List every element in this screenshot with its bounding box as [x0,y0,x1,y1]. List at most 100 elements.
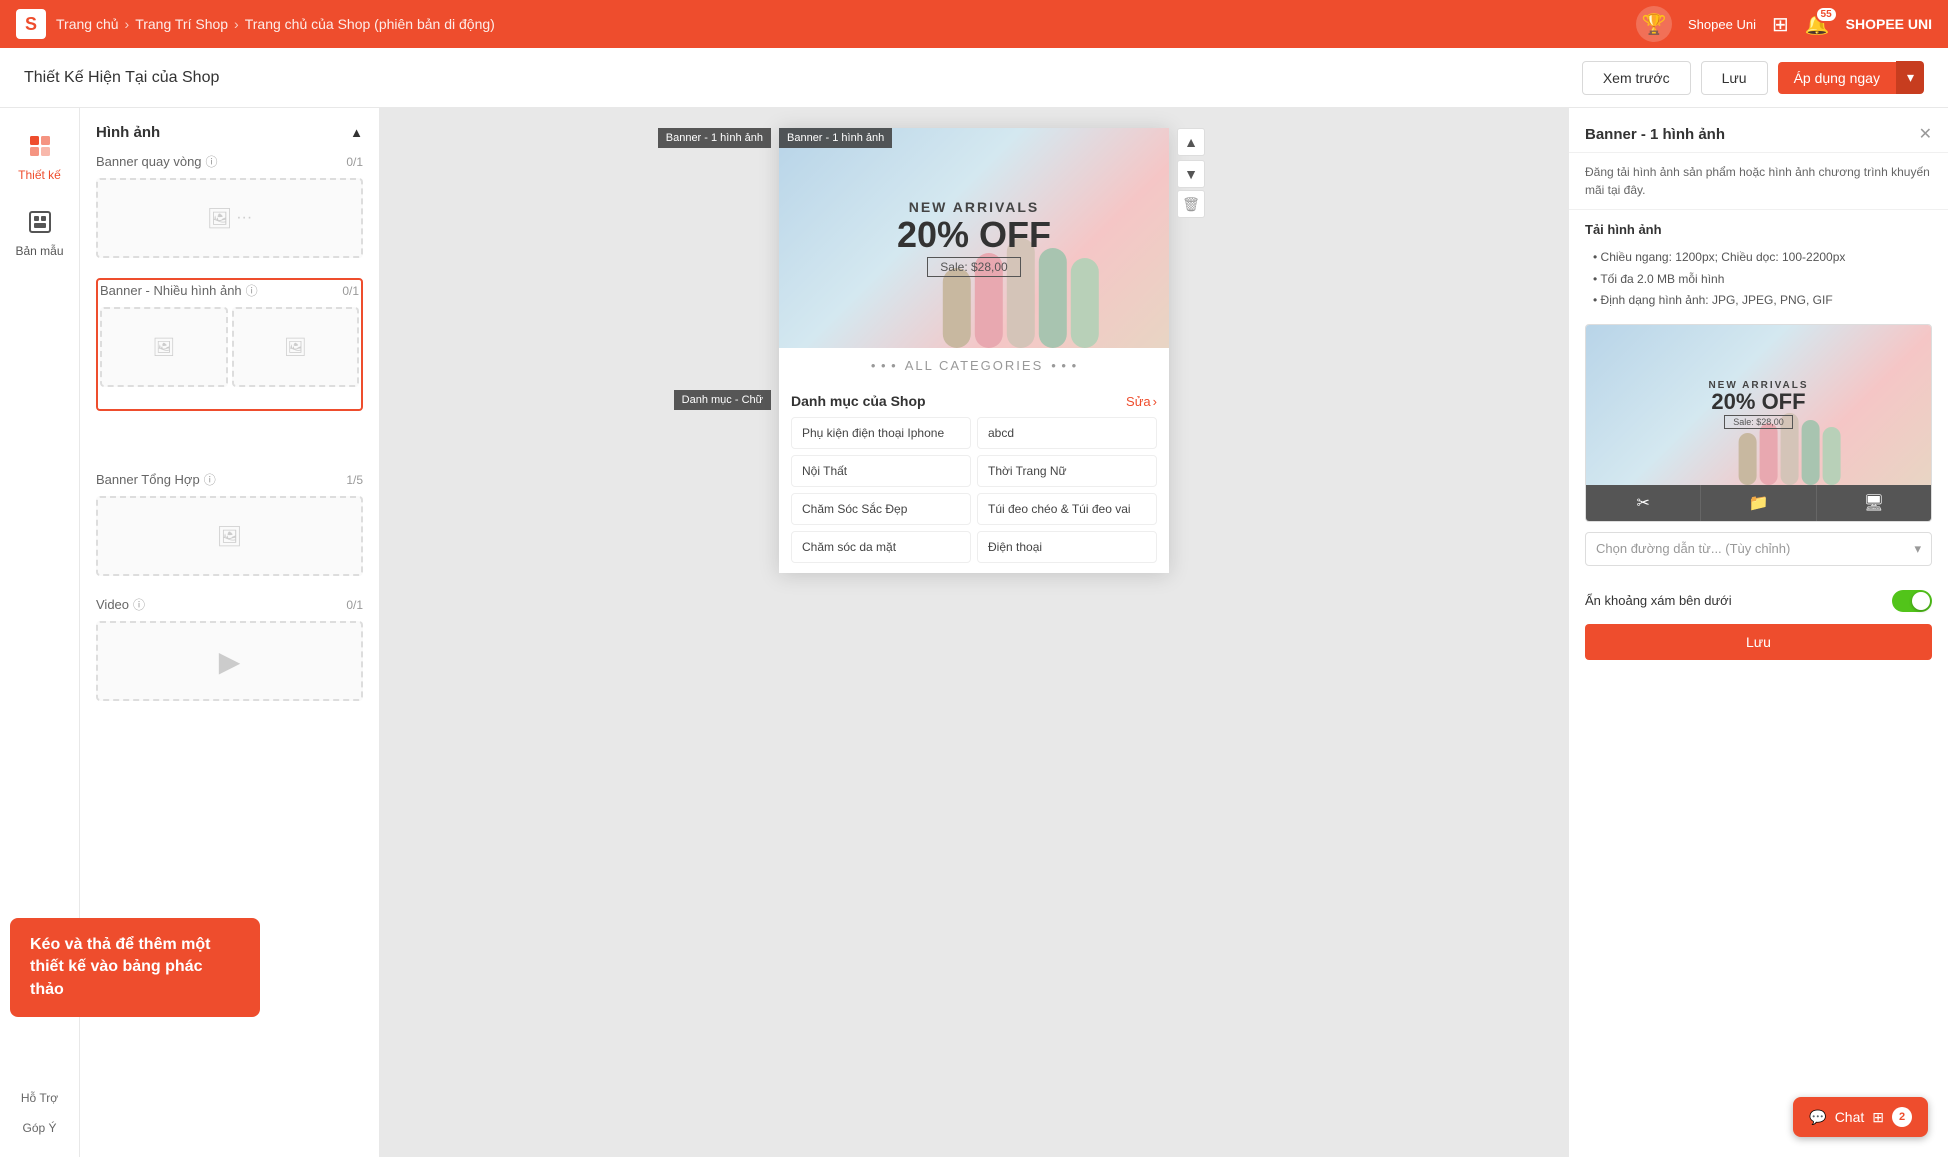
placeholder-icon-half-2: 🖼 [284,337,307,358]
apply-split-button: Áp dụng ngay ▾ [1778,61,1924,94]
preview-button[interactable]: Xem trước [1582,61,1691,95]
ban-mau-icon [28,210,52,240]
panel-section-banner-nhieu: Banner - Nhiều hình ảnh ⓘ 0/1 🖼 🖼 [100,282,359,387]
bell-badge: 55 [1815,6,1838,23]
rp-spec-0: Chiều ngang: 1200px; Chiều dọc: 100-2200… [1585,247,1932,269]
breadcrumb-sep1: › [125,16,130,32]
save-button[interactable]: Lưu [1701,61,1768,95]
sidebar-gop-y[interactable]: Góp Ý [16,1115,62,1141]
cat-cell-1-col1: Nội Thất [791,455,971,487]
grid-icon[interactable]: ⊞ [1772,12,1789,37]
info-icon-1[interactable]: ⓘ [206,153,218,170]
rp-toggle-label: Ẩn khoảng xám bên dưới [1585,593,1732,608]
info-icon-4[interactable]: ⓘ [133,596,145,613]
section-left-labels: Banner - 1 hình ảnh Danh mục - Chữ [658,128,771,410]
rip-capsule-4 [1801,420,1819,485]
panel-section-banner-quay-vong: Banner quay vòng ⓘ 0/1 🖼 ··· [96,153,363,258]
rip-content: NEW ARRIVALS 20% OFF Sale: $28,00 [1708,380,1808,429]
cats-dots-right: • • • [1051,358,1077,373]
cats-dots-left: • • • [871,358,897,373]
rip-tool-cut[interactable]: ✂ [1586,485,1701,521]
rip-tool-monitor[interactable]: 🖥 [1817,485,1931,521]
rp-spec-2: Định dạng hình ảnh: JPG, JPEG, PNG, GIF [1585,290,1932,312]
rp-upload-section: Tải hình ảnh Chiều ngang: 1200px; Chiều … [1569,209,1948,324]
move-up-button[interactable]: ▲ [1177,128,1205,156]
nav-right: 🏆 Shopee Uni ⊞ 🔔 55 SHOPEE UNI [1636,6,1932,42]
breadcrumb-home[interactable]: Trang chủ [56,16,119,32]
sidebar-item-thiet-ke[interactable]: Thiết kế [4,124,76,192]
info-icon-3[interactable]: ⓘ [204,471,216,488]
move-down-button[interactable]: ▼ [1177,160,1205,188]
cat-cell-1-col2: Thời Trang Nữ [977,455,1157,487]
rp-specs-list: Chiều ngang: 1200px; Chiều dọc: 100-2200… [1585,247,1932,312]
banner-nhieu-title: Banner - Nhiều hình ảnh ⓘ 0/1 [100,282,359,299]
video-label: Video ⓘ [96,596,145,613]
canvas-area: Banner - 1 hình ảnh NEW ARRIVALS 20% OFF… [380,108,1568,1157]
rip-capsule-1 [1738,433,1756,485]
panel-section-banner-tong-hop: Banner Tổng Hợp ⓘ 1/5 🖼 [96,471,363,576]
apply-button[interactable]: Áp dụng ngay [1778,62,1896,94]
rp-save-button[interactable]: Lưu [1585,624,1932,660]
banner-half-1: 🖼 [100,307,228,387]
component-panel: Hình ảnh ▲ Banner quay vòng ⓘ 0/1 🖼 ··· [80,108,380,1157]
rp-toggle-switch[interactable] [1892,590,1932,612]
shopee-uni-label: Shopee Uni [1688,17,1756,32]
panel-collapse-icon[interactable]: ▲ [350,125,363,140]
banner-quay-vong-placeholder: 🖼 ··· [96,178,363,258]
rp-spec-1: Tối đa 2.0 MB mỗi hình [1585,269,1932,291]
canvas-section-tags: ▲ ▼ 🗑 [1177,128,1205,218]
sc-edit-text: Sửa [1126,394,1151,409]
banner-tong-hop-count: 1/5 [346,473,363,487]
banner-new-arrivals: NEW ARRIVALS [897,199,1051,215]
all-categories-bar: • • • ALL CATEGORIES • • • [779,348,1169,383]
cat-cell-3-col1: Chăm sóc da mặt [791,531,971,563]
banner-nhieu-label: Banner - Nhiều hình ảnh ⓘ [100,282,258,299]
info-icon-2[interactable]: ⓘ [246,282,258,299]
rp-title: Banner - 1 hình ảnh [1585,126,1725,143]
delete-button[interactable]: 🗑 [1177,190,1205,218]
chat-button[interactable]: 💬 Chat ⊞ 2 [1793,1097,1928,1137]
breadcrumb-trang-tri[interactable]: Trang Trí Shop [135,16,228,32]
banner-tong-hop-text: Banner Tổng Hợp [96,472,200,487]
main-layout: Thiết kế Bản mẫu Hỗ Trợ Góp Ý Hình ảnh ▲ [0,108,1948,1157]
page-title: Thiết Kế Hiện Tại của Shop [24,69,219,87]
panel-card-banner-nhieu[interactable]: Banner - Nhiều hình ảnh ⓘ 0/1 🖼 🖼 [96,278,363,411]
canvas-right-controls: ▲ ▼ 🗑 [1177,128,1205,218]
rp-toggle-knob [1912,592,1930,610]
rip-percent-off: 20% OFF [1708,391,1808,413]
rip-tool-upload[interactable]: 📁 [1701,485,1816,521]
rp-close-button[interactable]: ✕ [1919,124,1932,144]
banner-nhieu-placeholder: 🖼 🖼 [100,307,359,387]
sc-edit-button[interactable]: Sửa › [1126,394,1157,409]
drag-tooltip: Kéo và thả để thêm một thiết kế vào bảng… [80,918,260,1017]
panel-title: Hình ảnh [96,124,160,141]
rip-capsule-2 [1759,423,1777,485]
placeholder-icon-th: 🖼 [217,524,242,549]
video-title: Video ⓘ 0/1 [96,596,363,613]
all-categories-text: ALL CATEGORIES [905,358,1044,373]
bell-icon[interactable]: 🔔 55 [1805,12,1830,37]
banner-content: NEW ARRIVALS 20% OFF Sale: $28,00 [897,199,1051,277]
rip-toolbar: ✂ 📁 🖥 [1586,485,1931,521]
top-nav: S Trang chủ › Trang Trí Shop › Trang chủ… [0,0,1948,48]
placeholder-icon-1: 🖼 [207,206,232,231]
shop-categories: Danh mục của Shop Sửa › Phụ kiện điện th… [779,383,1169,573]
section-label-banner: Banner - 1 hình ảnh [658,128,771,148]
rp-url-chevron: ▾ [1914,541,1921,557]
shopee-logo[interactable]: S [16,9,46,39]
banner-quay-vong-text: Banner quay vòng [96,154,202,169]
rp-header: Banner - 1 hình ảnh ✕ [1569,108,1948,153]
expand-icon: ⊞ [1872,1109,1884,1126]
banner-1-container[interactable]: Banner - 1 hình ảnh NEW ARRIVALS 20% OFF… [779,128,1169,348]
rp-url-select[interactable]: Chọn đường dẫn từ... (Tùy chỉnh) ▾ [1585,532,1932,566]
rip-sale-price: Sale: $28,00 [1724,415,1793,429]
placeholder-icon-half-1: 🖼 [152,337,175,358]
rp-url-select-text: Chọn đường dẫn từ... (Tùy chỉnh) [1596,541,1790,556]
sidebar-item-ban-mau[interactable]: Bản mẫu [4,200,76,268]
video-placeholder: ▶ [96,621,363,701]
apply-dropdown-button[interactable]: ▾ [1896,61,1924,94]
breadcrumb-sep2: › [234,16,239,32]
banner-quay-vong-title: Banner quay vòng ⓘ 0/1 [96,153,363,170]
user-name[interactable]: SHOPEE UNI [1846,16,1932,32]
sidebar-ho-tro[interactable]: Hỗ Trợ [15,1085,64,1111]
